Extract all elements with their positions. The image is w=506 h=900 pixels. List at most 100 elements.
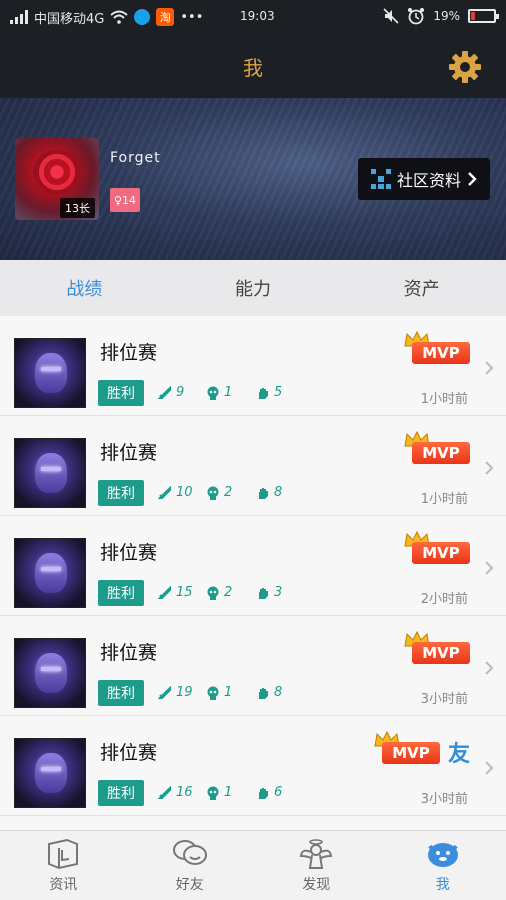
deaths-value: 1 xyxy=(224,385,233,400)
status-time: 19:03 xyxy=(240,9,275,23)
deaths-value: 1 xyxy=(224,785,233,800)
profile-banner: 13长 Forget ♀14 社区资料 xyxy=(0,98,506,260)
match-time: 1小时前 xyxy=(420,492,468,507)
match-time: 1小时前 xyxy=(420,392,468,407)
assists-stat: 8 xyxy=(256,485,282,500)
signal-icon xyxy=(10,10,28,24)
assists-value: 8 xyxy=(274,485,283,500)
bottom-nav: 资讯 好友 发现 我 xyxy=(0,830,506,900)
battery-icon xyxy=(468,9,499,23)
angel-icon xyxy=(300,838,333,869)
match-time: 3小时前 xyxy=(420,692,468,707)
nav-friends[interactable]: 好友 xyxy=(127,831,254,900)
assists-stat: 5 xyxy=(256,385,282,400)
mvp-badge: MVP xyxy=(404,630,470,664)
assists-value: 5 xyxy=(274,385,283,400)
tab-bar: 战绩 能力 资产 xyxy=(0,260,506,316)
assists-stat: 3 xyxy=(256,585,282,600)
skull-icon xyxy=(207,386,219,400)
friend-badge: 友 xyxy=(447,742,470,767)
match-row[interactable]: 排位赛 胜利 9 1 5 MVP 1小时前 xyxy=(0,316,506,416)
match-mode: 排位赛 xyxy=(100,642,158,664)
match-mode: 排位赛 xyxy=(100,342,158,364)
wifi-icon xyxy=(110,10,129,24)
deaths-stat: 1 xyxy=(206,685,232,700)
avatar-level-badge: 13长 xyxy=(60,198,95,218)
chat-bubbles-icon xyxy=(172,839,207,865)
match-row[interactable]: 排位赛 胜利 16 1 6 MVP 友 3小时前 xyxy=(0,716,506,816)
gear-icon[interactable] xyxy=(448,50,482,84)
hero-portrait xyxy=(14,438,86,508)
deaths-value: 2 xyxy=(224,485,233,500)
community-profile-button[interactable]: 社区资料 xyxy=(358,158,490,200)
chevron-right-icon xyxy=(485,761,494,775)
kills-stat: 15 xyxy=(158,585,193,600)
assists-value: 6 xyxy=(274,785,283,800)
match-result-badge: 胜利 xyxy=(98,780,144,806)
kills-stat: 9 xyxy=(158,385,184,400)
kills-value: 19 xyxy=(176,685,193,700)
skull-icon xyxy=(207,586,219,600)
mvp-label: MVP xyxy=(412,342,470,364)
sword-icon xyxy=(158,685,171,699)
nav-news[interactable]: 资讯 xyxy=(0,831,127,900)
match-mode: 排位赛 xyxy=(100,442,158,464)
more-notifications-icon: ••• xyxy=(180,9,204,25)
mvp-badge: MVP xyxy=(374,730,440,764)
hero-portrait xyxy=(14,638,86,708)
title-bar: 我 xyxy=(0,34,506,98)
match-result-badge: 胜利 xyxy=(98,480,144,506)
chevron-right-icon xyxy=(485,661,494,675)
carrier-label: 中国移动4G xyxy=(34,11,105,27)
nav-discover[interactable]: 发现 xyxy=(253,831,380,900)
match-row[interactable]: 排位赛 胜利 10 2 8 MVP 1小时前 xyxy=(0,416,506,516)
match-result-badge: 胜利 xyxy=(98,680,144,706)
deaths-value: 2 xyxy=(224,585,233,600)
match-mode: 排位赛 xyxy=(100,742,158,764)
hand-icon xyxy=(259,387,268,399)
nav-discover-label: 发现 xyxy=(302,876,331,893)
hero-portrait xyxy=(14,338,86,408)
match-row[interactable]: 排位赛 胜利 19 1 8 MVP 3小时前 xyxy=(0,616,506,716)
chevron-right-icon xyxy=(485,461,494,475)
kills-stat: 19 xyxy=(158,685,193,700)
penguin-icon xyxy=(427,842,458,867)
mvp-badge: MVP xyxy=(404,330,470,364)
hand-icon xyxy=(259,687,268,699)
hero-portrait xyxy=(14,538,86,608)
assists-stat: 6 xyxy=(256,785,282,800)
avatar[interactable]: 13长 xyxy=(15,138,99,220)
kills-stat: 10 xyxy=(158,485,193,500)
skull-icon xyxy=(207,486,219,500)
tab-match-record[interactable]: 战绩 xyxy=(0,260,169,316)
tab-assets[interactable]: 资产 xyxy=(337,260,506,316)
kills-value: 16 xyxy=(176,785,193,800)
mvp-label: MVP xyxy=(412,642,470,664)
qq-notification-icon xyxy=(134,9,151,25)
username: Forget xyxy=(110,150,161,166)
mute-icon xyxy=(383,8,399,24)
deaths-value: 1 xyxy=(224,685,233,700)
match-row[interactable]: 排位赛 胜利 15 2 3 MVP 2小时前 xyxy=(0,516,506,616)
mvp-label: MVP xyxy=(382,742,440,764)
deaths-stat: 1 xyxy=(206,785,232,800)
community-profile-label: 社区资料 xyxy=(396,171,461,190)
status-bar: 中国移动4G 淘 ••• 19:03 19% xyxy=(0,0,506,34)
hand-icon xyxy=(259,787,268,799)
tab-ability[interactable]: 能力 xyxy=(169,260,338,316)
skull-icon xyxy=(207,686,219,700)
sword-icon xyxy=(158,785,171,799)
page-title: 我 xyxy=(243,55,263,80)
deaths-stat: 2 xyxy=(206,585,232,600)
gender-age-badge: ♀14 xyxy=(110,188,141,212)
match-time: 2小时前 xyxy=(420,592,468,607)
match-result-badge: 胜利 xyxy=(98,380,144,406)
mvp-badge: MVP xyxy=(404,530,470,564)
hand-icon xyxy=(259,487,268,499)
battery-percent: 19% xyxy=(433,9,460,23)
mvp-label: MVP xyxy=(412,542,470,564)
skull-icon xyxy=(207,786,219,800)
nav-me[interactable]: 我 xyxy=(380,831,506,900)
sword-icon xyxy=(158,585,171,599)
taobao-notification-icon: 淘 xyxy=(156,8,175,26)
